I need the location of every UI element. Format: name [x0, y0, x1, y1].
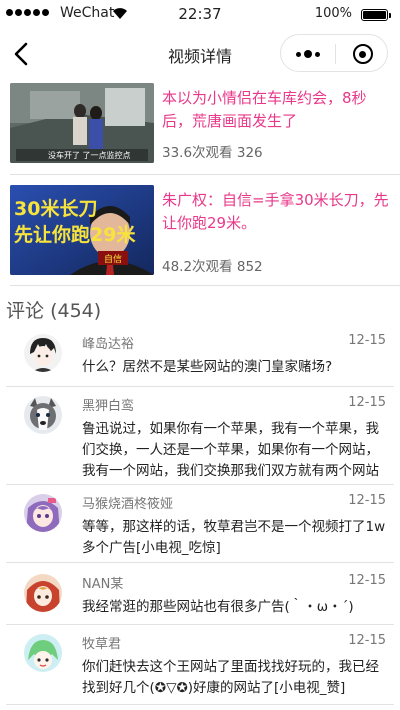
battery-percent: 100%: [314, 6, 352, 21]
comments-label: 评论: [6, 300, 45, 322]
view-count: 48.2次观看: [162, 259, 233, 275]
thumbnail-caption: 没车开了 了一点监控点: [48, 150, 131, 160]
comment-text: 等等，那这样的话，牧草君岂不是一个视频打了1w多个广告[小电视_吃惊]: [82, 519, 386, 556]
status-bar: WeChat 22:37 100%: [0, 0, 400, 30]
mini-program-capsule: [280, 34, 388, 72]
comment-author[interactable]: 峰岛达裕: [82, 333, 134, 352]
comments-header: 评论 (454): [6, 296, 101, 323]
target-close-icon[interactable]: [336, 35, 389, 73]
comment-count: 852: [236, 259, 263, 275]
nav-bar: 视频详情: [0, 30, 400, 78]
battery-icon: [361, 9, 391, 21]
video-title[interactable]: 朱广权：自信=手拿30米长刀，先让你跑29米。: [162, 189, 390, 235]
divider: [6, 562, 394, 563]
avatar[interactable]: [24, 634, 62, 672]
related-video-item[interactable]: 没车开了 了一点监控点 本以为小情侣在车库约会，8秒后，荒唐画面发生了 33.6…: [0, 83, 400, 183]
divider: [10, 174, 400, 175]
comment-text: 什么？居然不是某些网站的澳门皇家赌场?: [82, 359, 333, 375]
video-meta: 33.6次观看 326: [162, 141, 263, 161]
comment-date: 12-15: [348, 633, 386, 648]
avatar[interactable]: [24, 494, 62, 532]
comment-author[interactable]: 马猴烧酒柊筱娅: [82, 493, 173, 512]
divider: [6, 484, 394, 485]
divider: [6, 386, 394, 387]
comment-item: 马猴烧酒柊筱娅 12-15 等等，那这样的话，牧草君岂不是一个视频打了1w多个广…: [0, 488, 400, 563]
video-thumbnail[interactable]: 没车开了 了一点监控点: [10, 83, 154, 163]
comment-date: 12-15: [348, 573, 386, 588]
comment-text: 你们赶快去这个王网站了里面找找好玩的，我已经找到好几个(✪▽✪)好康的网站了[小…: [82, 659, 379, 696]
divider: [6, 704, 394, 705]
battery-level: [363, 11, 386, 19]
comment-count: 326: [236, 145, 263, 161]
comment-date: 12-15: [348, 395, 386, 410]
thumbnail-badge: 自信: [104, 253, 122, 265]
avatar[interactable]: [24, 396, 62, 434]
comment-author[interactable]: 黑狎白鸾: [82, 395, 134, 414]
avatar[interactable]: [24, 334, 62, 372]
avatar[interactable]: [24, 574, 62, 612]
related-video-item[interactable]: 30米长刀 先让你跑29米 自信 朱广权：自信=手拿30米长刀，先让你跑29米。…: [0, 185, 400, 286]
comment-author[interactable]: 牧草君: [82, 633, 121, 652]
comment-item: 牧草君 12-15 你们赶快去这个王网站了里面找找好玩的，我已经找到好几个(✪▽…: [0, 628, 400, 705]
thumbnail-text: 30米长刀: [14, 197, 97, 220]
video-thumbnail[interactable]: 30米长刀 先让你跑29米 自信: [10, 185, 154, 275]
more-dots-icon[interactable]: [281, 35, 335, 73]
video-title[interactable]: 本以为小情侣在车库约会，8秒后，荒唐画面发生了: [162, 87, 390, 133]
video-meta: 48.2次观看 852: [162, 255, 263, 275]
comment-author[interactable]: NAN某: [82, 573, 123, 592]
comment-date: 12-15: [348, 493, 386, 508]
thumbnail-text: 先让你跑29米: [14, 223, 136, 246]
comments-count: (454): [50, 300, 102, 322]
comment-item: 黑狎白鸾 12-15 鲁迅说过，如果你有一个苹果，我有一个苹果，我们交换，一人还…: [0, 390, 400, 485]
divider: [6, 624, 394, 625]
comment-date: 12-15: [348, 333, 386, 348]
view-count: 33.6次观看: [162, 145, 233, 161]
comment-item: 峰岛达裕 12-15 什么？居然不是某些网站的澳门皇家赌场?: [0, 328, 400, 387]
comment-item: NAN某 12-15 我经常逛的那些网站也有很多广告(｀・ω・´): [0, 568, 400, 625]
divider: [10, 285, 400, 286]
comment-text: 鲁迅说过，如果你有一个苹果，我有一个苹果，我们交换，一人还是一个苹果，如果你有一…: [82, 421, 379, 479]
comment-text: 我经常逛的那些网站也有很多广告(｀・ω・´): [82, 599, 354, 615]
